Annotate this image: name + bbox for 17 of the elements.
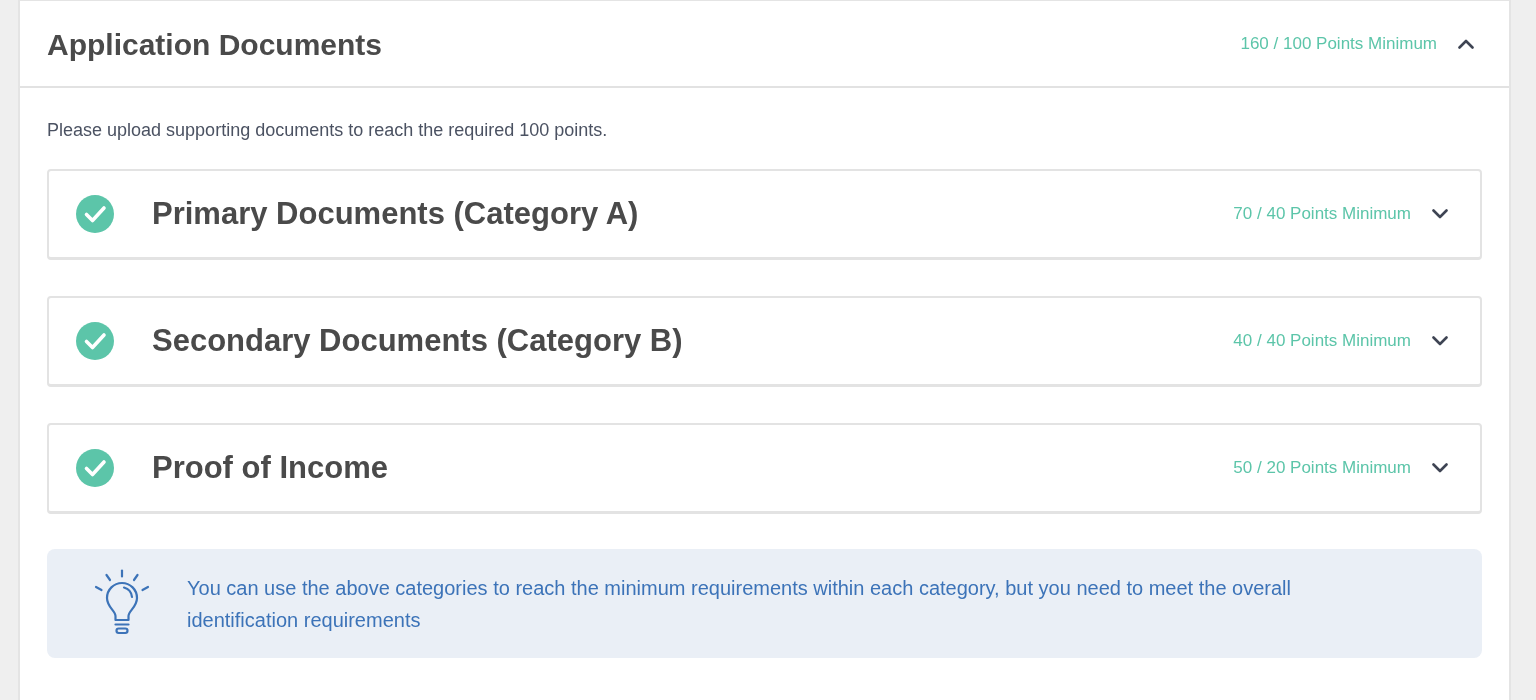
intro-text: Please upload supporting documents to reach the required 100 points. [47,119,609,142]
section-points: 40 / 40 Points Minimum [1233,331,1411,351]
section-card[interactable]: Secondary Documents (Category B) 40 / 40 Points Minimum [47,296,1482,387]
section-title: Secondary Documents (Category B) [152,323,684,359]
chevron-up-icon[interactable] [1458,38,1474,49]
panel-title: Application Documents [47,26,384,62]
section-title: Primary Documents (Category A) [152,196,640,232]
chevron-down-icon[interactable] [1432,336,1448,346]
points-summary: 160 / 100 Points Minimum [1240,33,1437,54]
section-points: 50 / 20 Points Minimum [1233,458,1411,478]
tip-text: You can use the above categories to reach the minimum requirements within each category, but you need to meet the overall identification requirements [187,575,1292,633]
section-card[interactable]: Proof of Income 50 / 20 Points Minimum [47,423,1482,514]
section-title: Proof of Income [152,450,389,486]
chevron-down-icon[interactable] [1432,209,1448,219]
chevron-down-icon[interactable] [1432,463,1448,473]
section-points: 70 / 40 Points Minimum [1233,204,1411,224]
section-card[interactable]: Primary Documents (Category A) 70 / 40 Points Minimum [47,169,1482,260]
